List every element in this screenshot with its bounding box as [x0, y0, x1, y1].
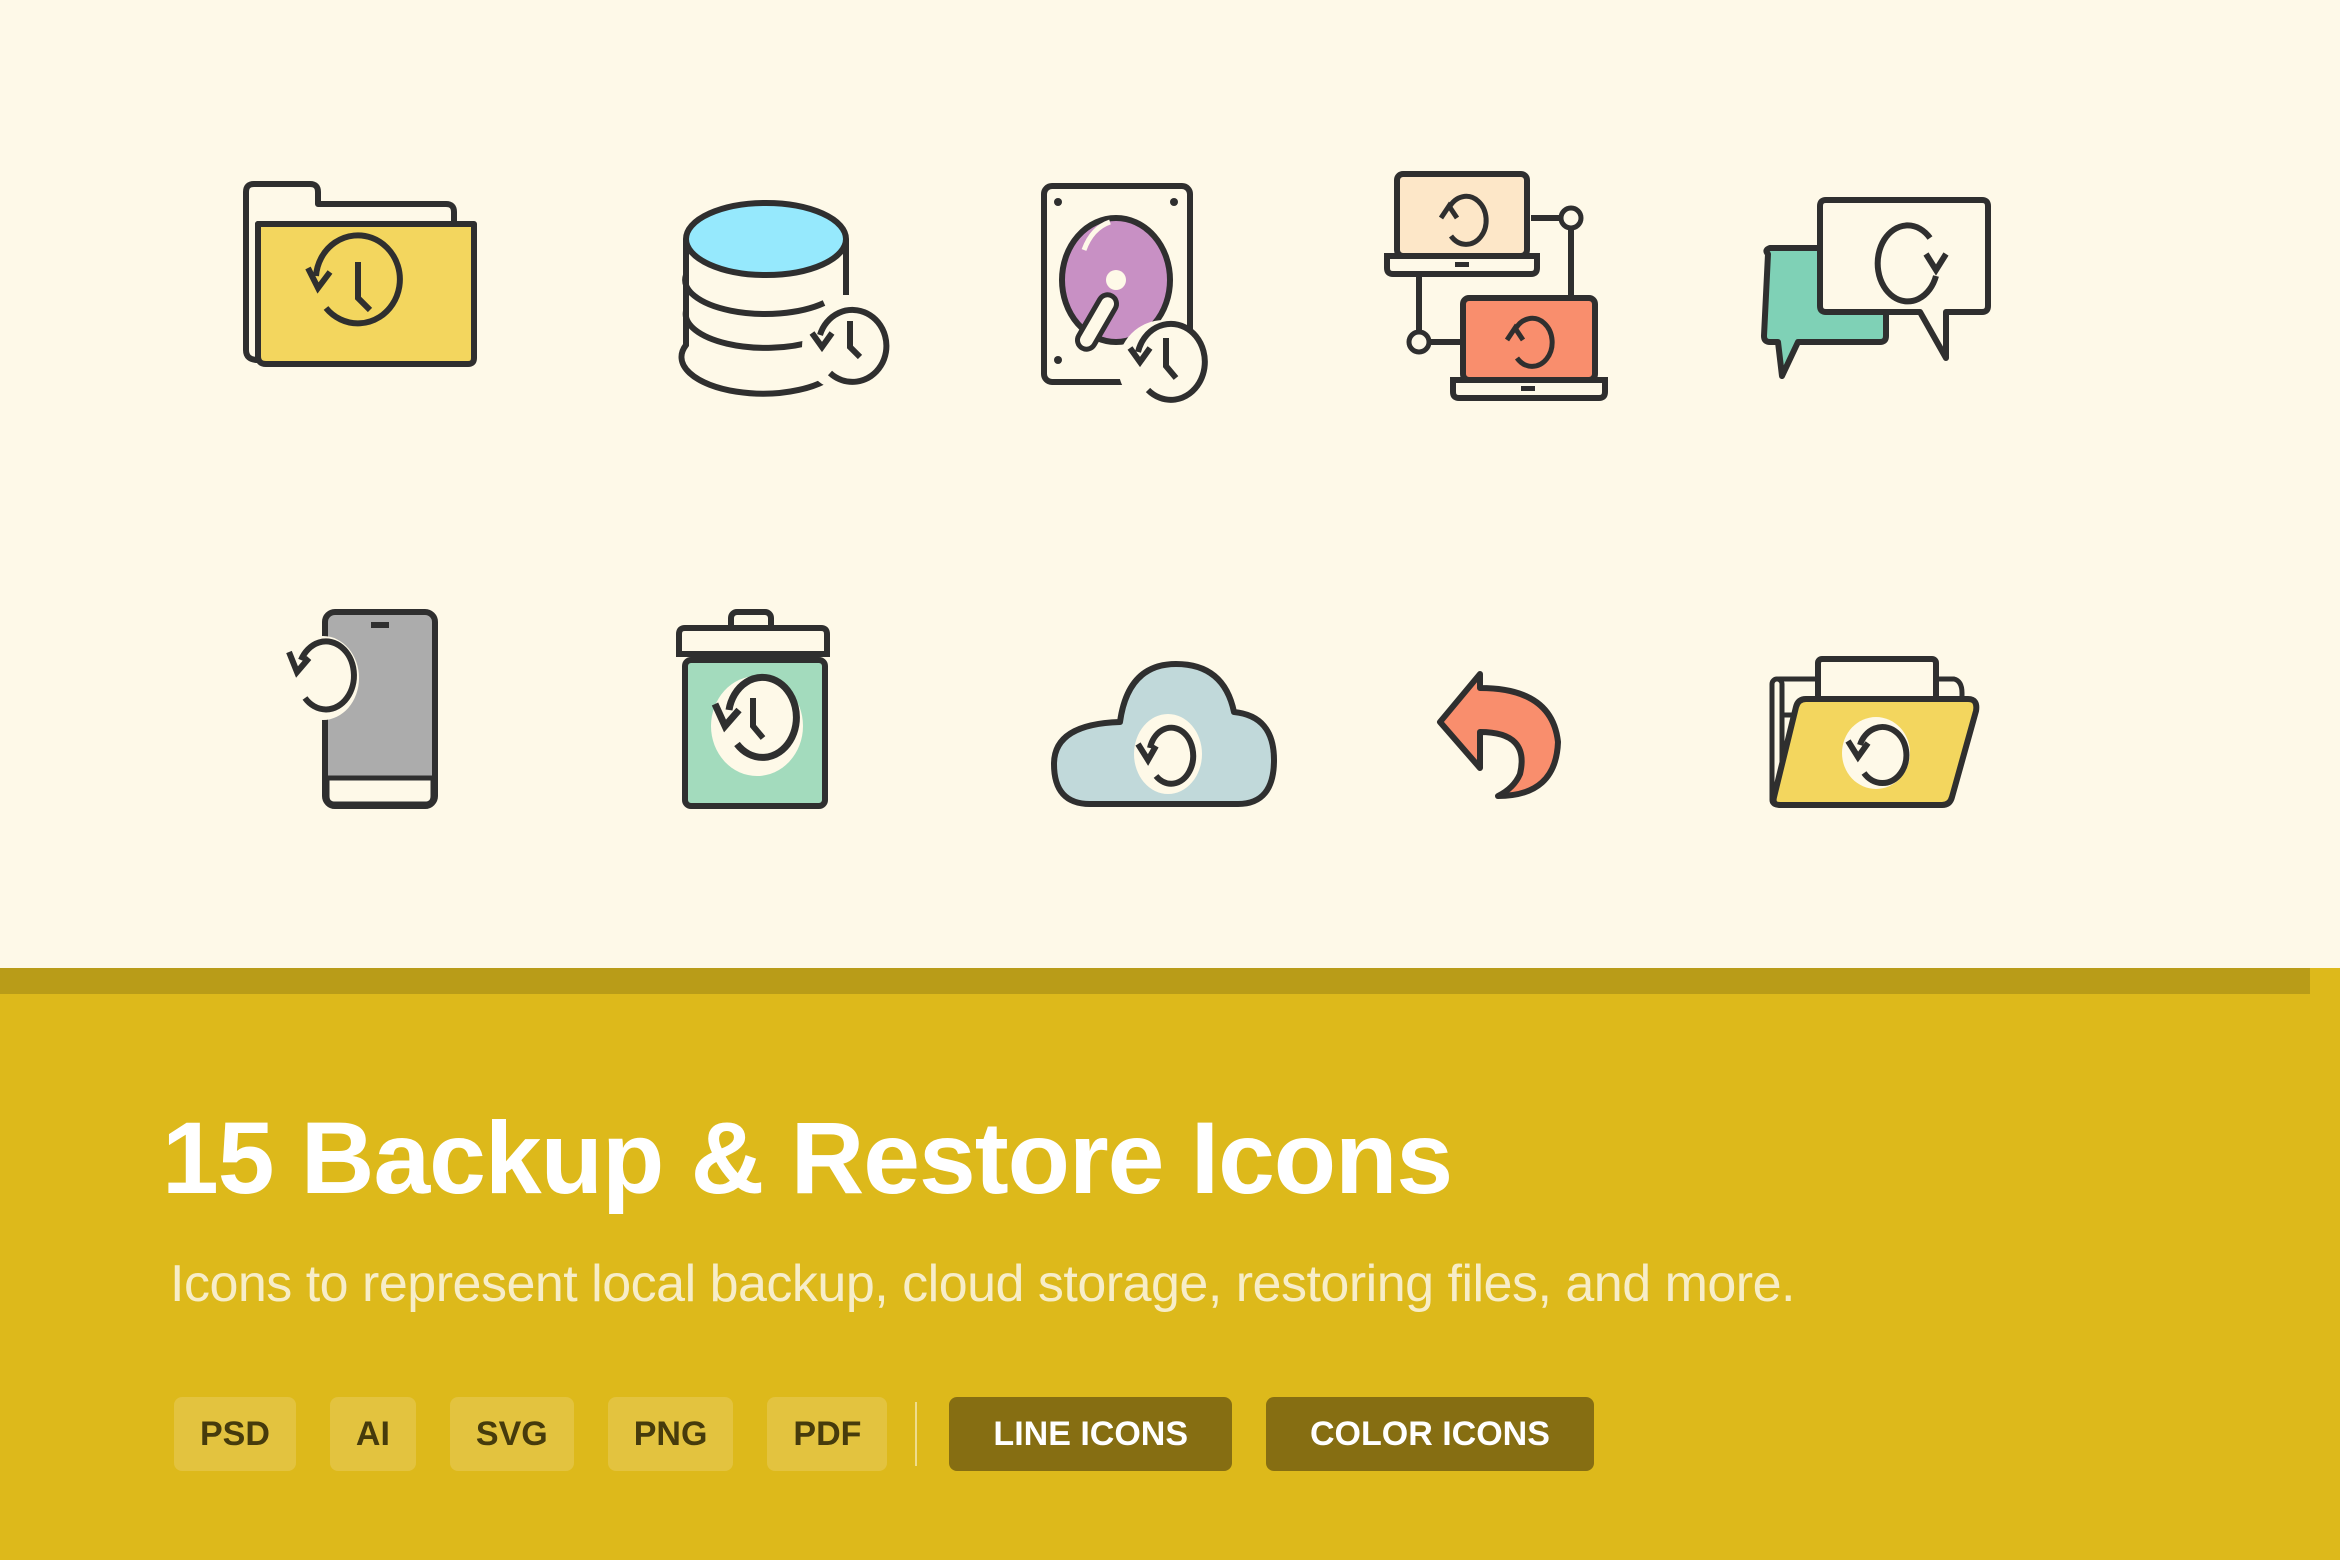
band-edge: [2310, 968, 2340, 994]
chat-refresh-icon: [1760, 197, 1991, 380]
page-title: 15 Backup & Restore Icons: [162, 1101, 1453, 1215]
undo-arrow-icon: [1436, 670, 1561, 800]
phone-restore-icon: [275, 608, 445, 809]
divider-band: [0, 968, 2310, 994]
laptop-sync-icon: [1384, 170, 1610, 405]
style-tag-color-icons: COLOR ICONS: [1266, 1397, 1594, 1471]
format-tag-pdf: PDF: [767, 1397, 888, 1471]
folder-history-icon: [238, 180, 478, 372]
hard-drive-history-icon: [1040, 180, 1210, 412]
cloud-restore-icon: [1050, 660, 1280, 810]
open-folder-restore-icon: [1768, 655, 1983, 810]
format-tag-png: PNG: [607, 1397, 734, 1471]
icon-showcase-area: [0, 0, 2340, 968]
page-subtitle: Icons to represent local backup, cloud s…: [170, 1255, 1796, 1313]
format-tag-svg: SVG: [449, 1397, 574, 1471]
tag-bar: PSD AI SVG PNG PDF LINE ICONS COLOR ICON…: [174, 1397, 1628, 1471]
format-tag-psd: PSD: [174, 1397, 296, 1471]
database-history-icon: [678, 195, 890, 397]
style-tag-line-icons: LINE ICONS: [949, 1397, 1232, 1471]
format-tag-ai: AI: [329, 1397, 416, 1471]
tag-divider: [915, 1402, 918, 1466]
trash-restore-icon: [675, 608, 840, 809]
